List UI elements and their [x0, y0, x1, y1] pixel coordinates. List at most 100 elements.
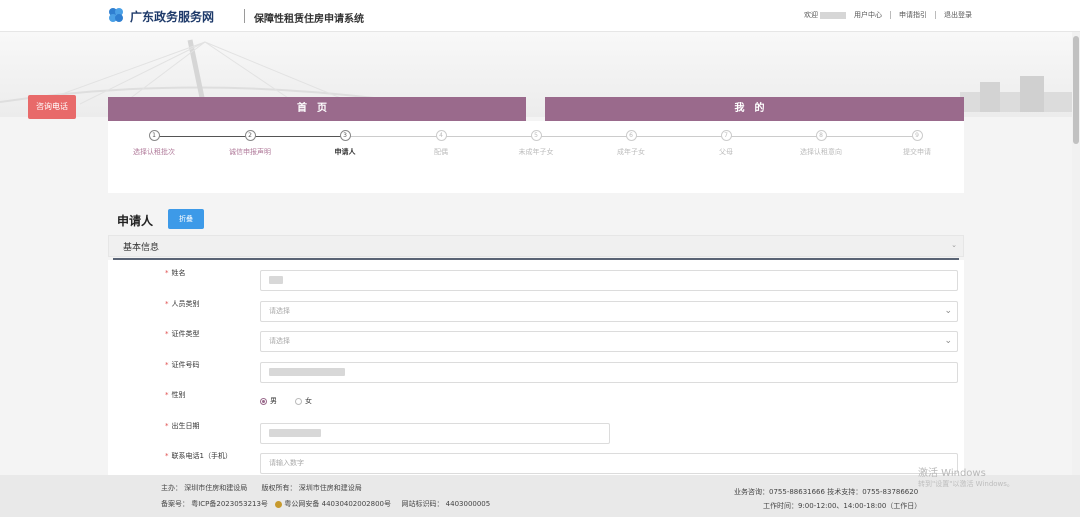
- gender-female-radio[interactable]: 女: [295, 396, 312, 406]
- step-label: 提交申请: [903, 148, 931, 156]
- step-label: 配偶: [434, 148, 448, 156]
- logout-link[interactable]: 退出登录: [944, 10, 972, 20]
- nav-divider: [935, 11, 936, 19]
- step-number: 8: [815, 130, 827, 141]
- step-7: 7 父母: [686, 130, 766, 157]
- footer-police[interactable]: 粤公网安备 44030402002800号: [284, 500, 391, 508]
- required-mark: *: [165, 422, 169, 430]
- step-label: 未成年子女: [518, 148, 554, 156]
- chevron-down-icon: ⌄: [944, 306, 952, 316]
- nav-divider: [890, 11, 891, 19]
- footer-copyright: 版权所有： 深圳市住房和建设局: [261, 484, 362, 492]
- phone-label: * 联系电话1（手机）: [165, 452, 232, 460]
- activation-watermark-title: 激活 Windows: [918, 468, 986, 479]
- step-3: 3 申请人: [305, 130, 385, 157]
- step-number: 7: [720, 130, 732, 141]
- birth-date-field[interactable]: [260, 423, 610, 444]
- form-row-id-number: * 证件号码: [108, 352, 964, 383]
- tab-home[interactable]: 首页: [108, 97, 526, 121]
- step-2: 2 诚信申报声明: [210, 130, 290, 157]
- category-placeholder: 请选择: [269, 307, 290, 315]
- step-label: 申请人: [334, 148, 356, 156]
- brand-divider: [244, 9, 245, 23]
- step-1: 1 选择认租批次: [114, 130, 194, 157]
- footer-line-2: 备案号： 粤ICP备2023053213号 粤公网安备 440304020028…: [161, 499, 490, 509]
- birth-date-label: * 出生日期: [165, 422, 200, 430]
- id-type-select[interactable]: 请选择 ⌄: [260, 331, 958, 352]
- page-scrollbar[interactable]: [1072, 32, 1080, 475]
- step-connector: [155, 136, 250, 137]
- step-label: 选择认租批次: [133, 148, 175, 156]
- blurred-value: [269, 368, 345, 376]
- step-number: 6: [625, 130, 637, 141]
- blurred-value: [269, 429, 321, 437]
- required-mark: *: [165, 452, 169, 460]
- footer-hotline: 业务咨询：0755-88631666 技术支持：0755-83786620: [734, 488, 919, 496]
- required-mark: *: [165, 300, 169, 308]
- form-row-gender: * 性别 男 女: [108, 382, 964, 412]
- phone-field[interactable]: 请输入数字: [260, 453, 958, 474]
- name-field[interactable]: [260, 270, 958, 291]
- basic-info-title: 基本信息: [123, 243, 160, 253]
- gender-label: * 性别: [165, 391, 186, 399]
- blurred-value: [269, 276, 283, 284]
- user-center-link[interactable]: 用户中心: [854, 10, 882, 20]
- top-nav: 欢迎 用户中心 申请指引 退出登录: [804, 10, 972, 20]
- radio-dot: [295, 397, 302, 405]
- police-badge-icon: [275, 500, 283, 508]
- step-label: 成年子女: [617, 148, 645, 156]
- collapse-button[interactable]: 折叠: [168, 209, 204, 229]
- scrollbar-thumb[interactable]: [1073, 36, 1079, 144]
- brand-name[interactable]: 广东政务服务网: [130, 8, 214, 25]
- tab-mine[interactable]: 我的: [545, 97, 964, 121]
- id-type-label: * 证件类型: [165, 330, 200, 338]
- step-number: 5: [530, 130, 542, 141]
- required-mark: *: [165, 330, 169, 338]
- basic-info-form: * 姓名 * 人员类别 请选择 ⌄ * 证件类型 请选择 ⌄ * 证件号码 * 性别 男 女 …: [108, 260, 964, 475]
- step-label: 诚信申报声明: [229, 148, 271, 156]
- footer-sponsor: 主办： 深圳市住房和建设局: [161, 484, 248, 492]
- guide-link[interactable]: 申请指引: [899, 10, 927, 20]
- id-type-placeholder: 请选择: [269, 337, 290, 345]
- id-number-field[interactable]: [260, 362, 958, 383]
- system-title: 保障性租赁住房申请系统: [254, 14, 364, 25]
- footer-line-1: 主办： 深圳市住房和建设局 版权所有： 深圳市住房和建设局: [161, 483, 362, 493]
- footer-hours: 工作时间：9:00-12:00、14:00-18:00（工作日）: [763, 502, 922, 510]
- category-select[interactable]: 请选择 ⌄: [260, 301, 958, 322]
- step-connector: [250, 136, 345, 137]
- chevron-down-icon: ⌄: [944, 336, 952, 346]
- phone-placeholder: 请输入数字: [269, 459, 304, 467]
- form-row-name: * 姓名: [108, 260, 964, 291]
- footer-icp[interactable]: 备案号： 粤ICP备2023053213号: [161, 500, 268, 508]
- gender-male-radio[interactable]: 男: [260, 396, 277, 406]
- basic-info-header[interactable]: 基本信息 ⌄: [108, 235, 964, 257]
- step-number: 4: [435, 130, 447, 141]
- required-mark: *: [165, 269, 169, 277]
- progress-steps: 1 选择认租批次 2 诚信申报声明 3 申请人 4 配偶 5 未成年子女 6 成…: [108, 121, 964, 193]
- form-row-id-type: * 证件类型 请选择 ⌄: [108, 321, 964, 352]
- required-mark: *: [165, 391, 169, 399]
- step-number: 1: [148, 130, 160, 141]
- step-label: 选择认租意向: [800, 148, 842, 156]
- section-title: 申请人: [117, 214, 154, 228]
- step-6: 6 成年子女: [591, 130, 671, 157]
- chevron-down-icon: ⌄: [951, 241, 957, 249]
- activation-watermark-subtitle: 转到"设置"以激活 Windows。: [918, 480, 1014, 488]
- step-5: 5 未成年子女: [496, 130, 576, 157]
- step-number: 3: [339, 130, 351, 141]
- form-row-birth-date: * 出生日期: [108, 413, 964, 444]
- radio-dot: [260, 397, 267, 405]
- footer-site-code: 网站标识码： 4403000005: [401, 500, 491, 508]
- step-4: 4 配偶: [401, 130, 481, 157]
- category-label: * 人员类别: [165, 300, 200, 308]
- welcome-text: 欢迎: [804, 10, 846, 20]
- hotline-button[interactable]: 咨询电话: [28, 95, 76, 119]
- step-8: 8 选择认租意向: [781, 130, 861, 157]
- step-label: 父母: [719, 148, 733, 156]
- id-number-label: * 证件号码: [165, 361, 200, 369]
- form-row-phone: * 联系电话1（手机） 请输入数字: [108, 443, 964, 474]
- step-number: 2: [244, 130, 256, 141]
- logo-icon: [109, 8, 123, 22]
- step-9: 9 提交申请: [877, 130, 957, 157]
- top-header: 广东政务服务网 保障性租赁住房申请系统 欢迎 用户中心 申请指引 退出登录: [0, 0, 1080, 32]
